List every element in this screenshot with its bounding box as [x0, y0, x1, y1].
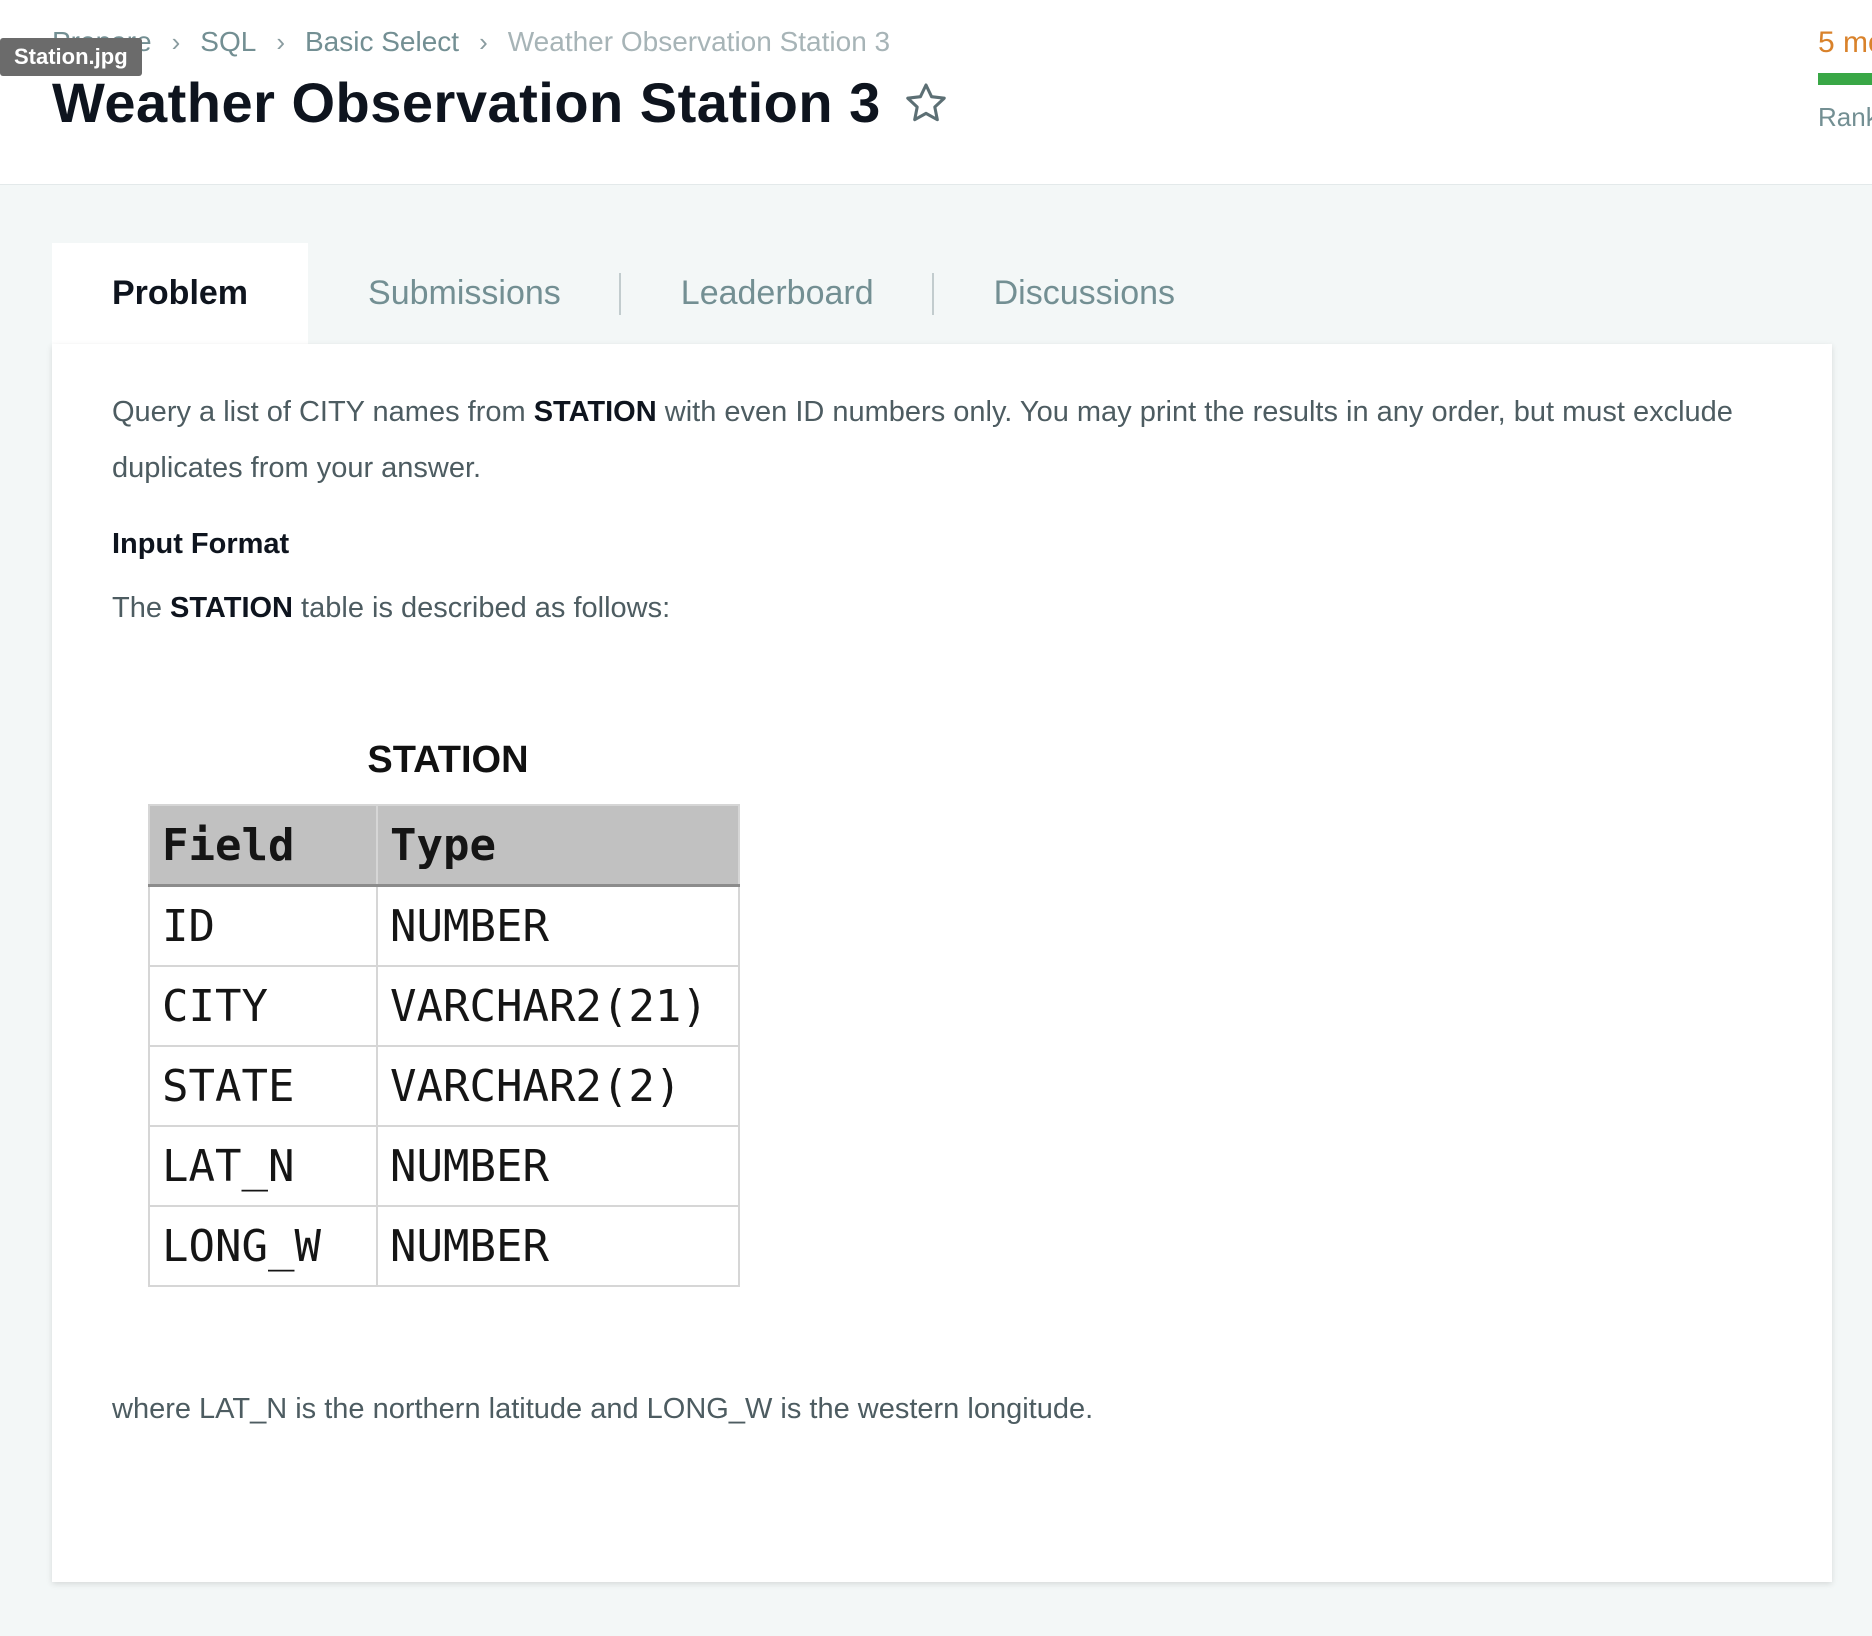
page-header: Prepare › SQL › Basic Select › Weather O… — [0, 0, 1872, 185]
station-table: Field Type ID NUMBER CITY VARCHAR2(21) S… — [148, 804, 740, 1287]
star-outline-icon[interactable] — [903, 80, 949, 126]
chevron-right-icon: › — [171, 26, 181, 57]
title-row: Weather Observation Station 3 — [52, 70, 949, 135]
table-header-row: Field Type — [148, 804, 740, 887]
tab-leaderboard[interactable]: Leaderboard — [621, 243, 934, 344]
input-format-heading: Input Format — [112, 528, 290, 560]
breadcrumb-sql[interactable]: SQL — [200, 26, 256, 58]
table-row: LONG_W NUMBER — [148, 1205, 740, 1287]
breadcrumb-basic-select[interactable]: Basic Select — [305, 26, 459, 58]
progress-bar-fill — [1818, 73, 1872, 85]
rank-label: Rank — [1818, 102, 1872, 132]
field-cell: LONG_W — [148, 1205, 378, 1287]
field-cell: STATE — [148, 1045, 378, 1127]
chevron-right-icon: › — [276, 26, 285, 57]
field-cell: CITY — [148, 965, 378, 1047]
breadcrumb: Prepare › SQL › Basic Select › Weather O… — [52, 26, 890, 58]
progress-bar — [1818, 73, 1872, 85]
field-cell: ID — [148, 884, 378, 967]
type-cell: NUMBER — [376, 1205, 740, 1287]
table-row: CITY VARCHAR2(21) — [148, 965, 740, 1047]
column-header-type: Type — [376, 804, 740, 887]
table-row: ID NUMBER — [148, 884, 740, 967]
type-cell: NUMBER — [376, 1125, 740, 1207]
tab-discussions[interactable]: Discussions — [934, 243, 1235, 344]
station-table-caption: STATION — [367, 739, 529, 781]
problem-content: Query a list of CITY names from STATION … — [112, 384, 1772, 636]
table-row: STATE VARCHAR2(2) — [148, 1045, 740, 1127]
tab-submissions[interactable]: Submissions — [308, 243, 621, 344]
type-cell: NUMBER — [376, 884, 740, 967]
station-table-image: STATION Field Type ID NUMBER CITY VARCHA… — [148, 739, 748, 1287]
progress-label: 5 mo — [1818, 26, 1872, 59]
column-header-field: Field — [148, 804, 378, 887]
breadcrumb-current: Weather Observation Station 3 — [507, 26, 891, 57]
type-cell: VARCHAR2(21) — [376, 965, 740, 1047]
field-cell: LAT_N — [148, 1125, 378, 1207]
table-footnote: where LAT_N is the northern latitude and… — [112, 1393, 1094, 1425]
page-title: Weather Observation Station 3 — [52, 71, 881, 134]
type-cell: VARCHAR2(2) — [376, 1045, 740, 1127]
table-row: LAT_N NUMBER — [148, 1125, 740, 1207]
tab-bar: Problem Submissions Leaderboard Discussi… — [52, 243, 1235, 344]
problem-statement: Query a list of CITY names from STATION … — [112, 396, 1733, 484]
tab-problem[interactable]: Problem — [52, 243, 309, 344]
table-description: The STATION table is described as follow… — [112, 592, 671, 624]
chevron-right-icon: › — [479, 26, 488, 57]
problem-panel: Query a list of CITY names from STATION … — [52, 344, 1832, 1582]
